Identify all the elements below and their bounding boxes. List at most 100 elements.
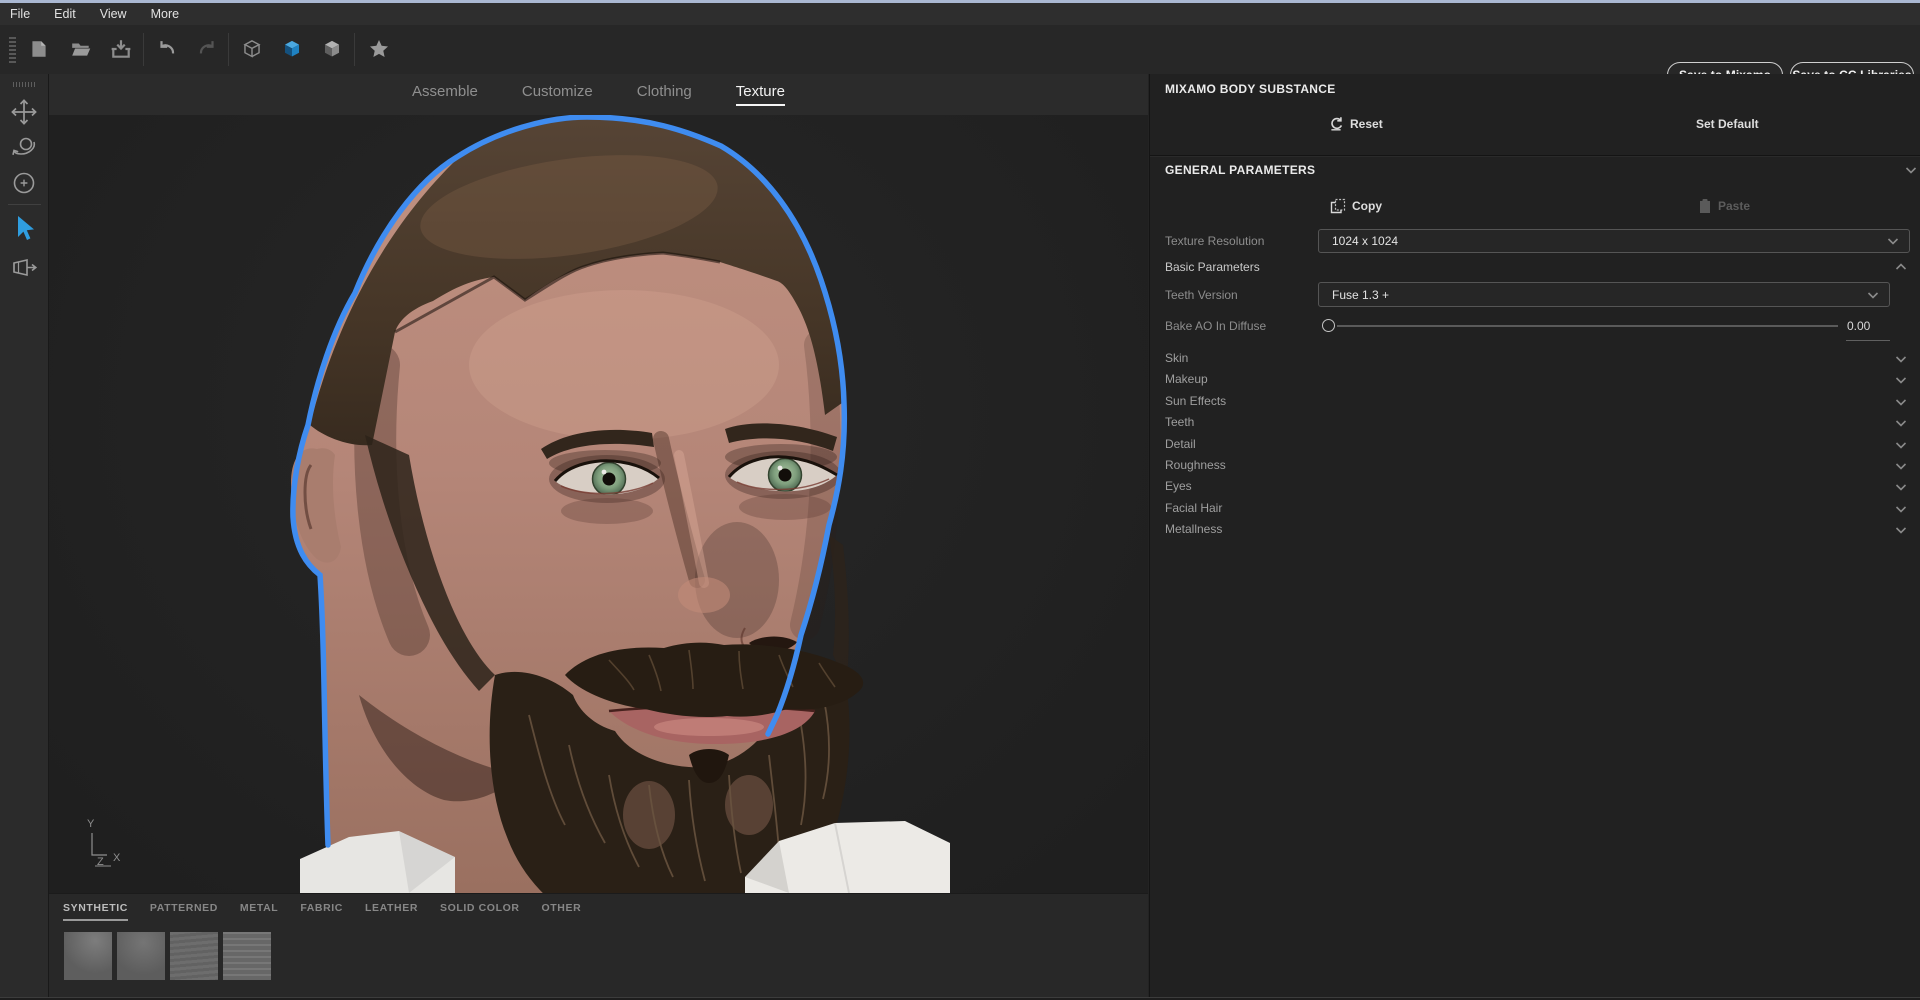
param-group-facial-hair[interactable]: Facial Hair bbox=[1150, 498, 1920, 519]
panel-divider bbox=[1150, 155, 1920, 156]
app-window: File Edit View More bbox=[0, 0, 1920, 1000]
mat-tab-fabric[interactable]: FABRIC bbox=[300, 898, 343, 921]
axis-y-label: Y bbox=[87, 818, 95, 830]
param-group-teeth[interactable]: Teeth bbox=[1150, 412, 1920, 433]
mode-tabstrip: Assemble Customize Clothing Texture bbox=[49, 74, 1148, 115]
chevron-down-icon bbox=[1887, 237, 1899, 245]
material-swatch[interactable] bbox=[170, 932, 218, 980]
material-category-tabs: SYNTHETIC PATTERNED METAL FABRIC LEATHER… bbox=[63, 898, 581, 921]
tool-sidebar bbox=[0, 74, 49, 997]
cube-wireframe-icon[interactable] bbox=[241, 38, 263, 60]
texture-resolution-dropdown[interactable]: 1024 x 1024 bbox=[1318, 229, 1910, 253]
param-group-makeup[interactable]: Makeup bbox=[1150, 369, 1920, 390]
chevron-up-icon[interactable] bbox=[1895, 263, 1907, 271]
paste-button[interactable]: Paste bbox=[1698, 194, 1750, 218]
general-parameters-header[interactable]: GENERAL PARAMETERS bbox=[1165, 163, 1315, 177]
3d-viewport[interactable]: Y X Z bbox=[49, 115, 1148, 893]
copy-button[interactable]: Copy bbox=[1330, 194, 1382, 218]
tab-texture[interactable]: Texture bbox=[736, 83, 785, 106]
panel-title: MIXAMO BODY SUBSTANCE bbox=[1165, 82, 1336, 96]
chevron-down-icon[interactable] bbox=[1905, 166, 1917, 174]
group-label: Roughness bbox=[1165, 458, 1226, 472]
menu-more[interactable]: More bbox=[151, 7, 179, 21]
chevron-down-icon bbox=[1895, 419, 1907, 427]
star-icon[interactable] bbox=[368, 38, 390, 60]
menubar: File Edit View More bbox=[0, 3, 1920, 25]
menu-file[interactable]: File bbox=[10, 7, 30, 21]
toolbar-divider bbox=[143, 33, 144, 66]
param-group-skin[interactable]: Skin bbox=[1150, 348, 1920, 369]
axis-gizmo: Y X Z bbox=[87, 818, 121, 868]
tab-assemble[interactable]: Assemble bbox=[412, 83, 478, 106]
mat-tab-synthetic[interactable]: SYNTHETIC bbox=[63, 898, 128, 921]
chevron-down-icon bbox=[1895, 355, 1907, 363]
toolbar: Save to Mixamo Save to CC Libraries bbox=[0, 25, 1920, 74]
material-swatch[interactable] bbox=[64, 932, 112, 980]
sidebar-grip[interactable] bbox=[13, 82, 37, 87]
reset-icon bbox=[1328, 116, 1344, 132]
import-icon[interactable] bbox=[110, 38, 132, 60]
teeth-version-value: Fuse 1.3 + bbox=[1332, 288, 1389, 302]
pan-tool-icon[interactable] bbox=[9, 97, 39, 127]
reset-label: Reset bbox=[1350, 117, 1383, 131]
param-group-sun-effects[interactable]: Sun Effects bbox=[1150, 391, 1920, 412]
chevron-down-icon bbox=[1895, 376, 1907, 384]
group-label: Skin bbox=[1165, 351, 1188, 365]
param-group-detail[interactable]: Detail bbox=[1150, 434, 1920, 455]
set-default-label: Set Default bbox=[1696, 117, 1759, 131]
undo-icon[interactable] bbox=[156, 38, 178, 60]
mat-tab-leather[interactable]: LEATHER bbox=[365, 898, 418, 921]
menu-edit[interactable]: Edit bbox=[54, 7, 76, 21]
mat-tab-solid-color[interactable]: SOLID COLOR bbox=[440, 898, 520, 921]
bake-ao-slider-handle[interactable] bbox=[1322, 319, 1335, 332]
cube-textured-icon[interactable] bbox=[321, 38, 343, 60]
mat-tab-metal[interactable]: METAL bbox=[240, 898, 278, 921]
bake-ao-value[interactable]: 0.00 bbox=[1847, 319, 1870, 333]
mat-tab-patterned[interactable]: PATTERNED bbox=[150, 898, 218, 921]
bake-ao-label: Bake AO In Diffuse bbox=[1165, 319, 1266, 333]
select-tool-icon[interactable] bbox=[9, 213, 39, 243]
menu-view[interactable]: View bbox=[100, 7, 127, 21]
axis-x-label: X bbox=[113, 852, 121, 864]
chevron-down-icon bbox=[1895, 526, 1907, 534]
group-label: Sun Effects bbox=[1165, 394, 1226, 408]
chevron-down-icon bbox=[1895, 505, 1907, 513]
toolbar-grip[interactable] bbox=[9, 37, 16, 63]
chevron-down-icon bbox=[1895, 441, 1907, 449]
open-project-icon[interactable] bbox=[70, 38, 92, 60]
reset-button[interactable]: Reset bbox=[1328, 112, 1383, 136]
tab-clothing[interactable]: Clothing bbox=[637, 83, 692, 106]
character-head-render: Y X Z bbox=[49, 115, 1148, 893]
orbit-tool-icon[interactable] bbox=[9, 132, 39, 162]
copy-label: Copy bbox=[1352, 199, 1382, 213]
basic-parameters-header[interactable]: Basic Parameters bbox=[1165, 260, 1260, 274]
light-tool-icon[interactable] bbox=[9, 254, 39, 284]
bake-ao-value-underline bbox=[1846, 340, 1890, 341]
chevron-down-icon bbox=[1895, 462, 1907, 470]
param-group-roughness[interactable]: Roughness bbox=[1150, 455, 1920, 476]
group-label: Eyes bbox=[1165, 479, 1192, 493]
cube-shaded-icon[interactable] bbox=[281, 38, 303, 60]
group-label: Facial Hair bbox=[1165, 501, 1222, 515]
mat-tab-other[interactable]: OTHER bbox=[542, 898, 582, 921]
teeth-version-dropdown[interactable]: Fuse 1.3 + bbox=[1318, 282, 1890, 307]
material-panel: SYNTHETIC PATTERNED METAL FABRIC LEATHER… bbox=[49, 893, 1148, 997]
toolbar-divider bbox=[228, 33, 229, 66]
texture-resolution-value: 1024 x 1024 bbox=[1332, 234, 1398, 248]
teeth-version-label: Teeth Version bbox=[1165, 288, 1238, 302]
material-swatch[interactable] bbox=[117, 932, 165, 980]
set-default-button[interactable]: Set Default bbox=[1696, 112, 1759, 136]
copy-icon bbox=[1330, 198, 1346, 214]
param-group-metallness[interactable]: Metallness bbox=[1150, 519, 1920, 540]
sidebar-divider bbox=[8, 204, 41, 205]
tab-customize[interactable]: Customize bbox=[522, 83, 593, 106]
zoom-tool-icon[interactable] bbox=[9, 168, 39, 198]
group-label: Metallness bbox=[1165, 522, 1222, 536]
toolbar-divider bbox=[354, 33, 355, 66]
chevron-down-icon bbox=[1867, 291, 1879, 299]
redo-icon[interactable] bbox=[196, 38, 218, 60]
material-swatch[interactable] bbox=[223, 932, 271, 980]
param-group-eyes[interactable]: Eyes bbox=[1150, 476, 1920, 497]
new-project-icon[interactable] bbox=[28, 38, 50, 60]
bake-ao-slider-track[interactable] bbox=[1337, 325, 1838, 327]
